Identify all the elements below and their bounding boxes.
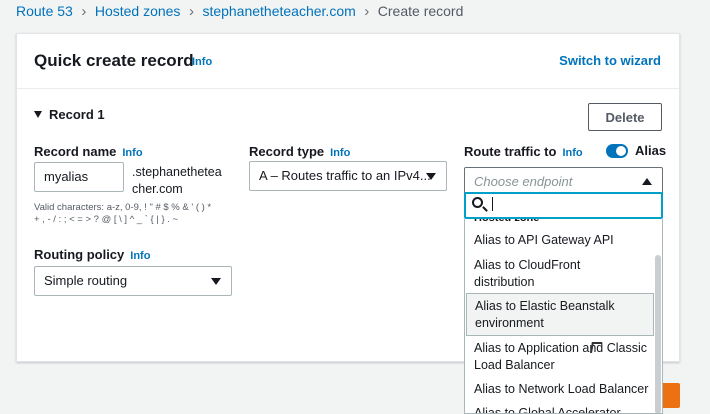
domain-suffix-line2: cher.com (132, 182, 183, 196)
dropdown-item-cut-header: Hosted zone (465, 219, 655, 227)
dropdown-item-cloudfront[interactable]: Alias to CloudFront distribution (465, 257, 655, 291)
card-header: Quick create record Info Switch to wizar… (17, 34, 679, 89)
dropdown-item-line1: Alias to CloudFront (474, 258, 581, 272)
title-info-link[interactable]: Info (192, 56, 212, 68)
chevron-right-icon: › (81, 2, 87, 20)
record-type-label: Record type Info (249, 144, 350, 159)
dropdown-item-global-accelerator[interactable]: Alias to Global Accelerator (465, 405, 655, 414)
valid-help-line2: + , - / : ; < = > ? @ [ \ ] ^ _ ` { | } … (34, 214, 179, 225)
domain-suffix: .stephanethetea cher.com (132, 164, 232, 198)
dropdown-item-line1: Alias to Elastic Beanstalk (475, 299, 615, 313)
record-type-select[interactable]: A – Routes traffic to an IPv4... (249, 161, 447, 191)
caret-down-icon (211, 278, 221, 285)
toggle-knob (616, 146, 626, 156)
route-traffic-label-text: Route traffic to (464, 144, 557, 159)
record-type-value: A – Routes traffic to an IPv4... (259, 168, 431, 183)
dropdown-item-application-load-balancer[interactable]: Alias to Application and Classic Load Ba… (465, 340, 655, 374)
dropdown-item-line1: Alias to Application and Classic (474, 341, 648, 355)
valid-characters-help: Valid characters: a-z, 0-9, ! " # $ % & … (34, 202, 240, 226)
record-section-toggle[interactable]: Record 1 (34, 107, 105, 122)
dropdown-item-line1: Alias to API Gateway API (474, 233, 614, 247)
alias-toggle[interactable] (606, 144, 628, 158)
caret-down-icon (426, 173, 436, 180)
record-name-label-text: Record name (34, 144, 117, 159)
dropdown-item-line1: Alias to Network Load Balancer (474, 382, 649, 396)
delete-button[interactable]: Delete (588, 103, 662, 131)
dropdown-item-line2: environment (475, 316, 544, 330)
search-icon (472, 197, 483, 208)
routing-policy-label: Routing policy Info (34, 247, 150, 262)
routing-policy-label-text: Routing policy (34, 247, 125, 262)
mouse-pointer-icon (590, 342, 602, 353)
dropdown-item-elastic-beanstalk[interactable]: Alias to Elastic Beanstalk environment (466, 293, 654, 336)
text-cursor (492, 197, 493, 211)
dropdown-scrollbar[interactable] (655, 255, 661, 413)
route-traffic-info-link[interactable]: Info (562, 147, 582, 159)
record-header-label: Record 1 (49, 107, 105, 122)
caret-down-icon (34, 111, 42, 118)
endpoint-search-input[interactable] (464, 192, 663, 219)
dropdown-item-api-gateway[interactable]: Alias to API Gateway API (465, 232, 655, 249)
record-name-info-link[interactable]: Info (122, 147, 142, 159)
routing-policy-select[interactable]: Simple routing (34, 266, 232, 296)
breadcrumb-route53[interactable]: Route 53 (16, 3, 73, 19)
caret-up-icon (642, 178, 652, 185)
dropdown-item-line2: Load Balancer (474, 358, 555, 372)
record-name-input[interactable]: myalias (34, 162, 124, 192)
breadcrumb: Route 53 › Hosted zones › stephanethetea… (16, 2, 463, 20)
routing-policy-info-link[interactable]: Info (130, 250, 150, 262)
endpoint-placeholder: Choose endpoint (474, 174, 573, 189)
breadcrumb-current: Create record (377, 3, 464, 19)
dropdown-item-line1: Alias to Global Accelerator (474, 406, 621, 414)
dropdown-item-network-load-balancer[interactable]: Alias to Network Load Balancer (465, 381, 655, 398)
dropdown-item-line2: distribution (474, 275, 535, 289)
page-title: Quick create record (34, 51, 194, 70)
chevron-right-icon: › (364, 2, 370, 20)
breadcrumb-zone[interactable]: stephanetheteacher.com (202, 3, 355, 19)
record-type-label-text: Record type (249, 144, 325, 159)
domain-suffix-line1: .stephanethetea (132, 165, 222, 179)
chevron-right-icon: › (188, 2, 194, 20)
record-type-info-link[interactable]: Info (330, 147, 350, 159)
switch-to-wizard-link[interactable]: Switch to wizard (559, 53, 661, 68)
breadcrumb-hosted-zones[interactable]: Hosted zones (95, 3, 181, 19)
record-name-label: Record name Info (34, 144, 143, 159)
endpoint-dropdown-list: Hosted zone Alias to API Gateway API Ali… (464, 219, 663, 414)
routing-policy-value: Simple routing (44, 273, 128, 288)
valid-help-line1: Valid characters: a-z, 0-9, ! " # $ % & … (34, 202, 212, 213)
route-traffic-label: Route traffic to Info (464, 144, 583, 159)
alias-label: Alias (635, 143, 667, 158)
